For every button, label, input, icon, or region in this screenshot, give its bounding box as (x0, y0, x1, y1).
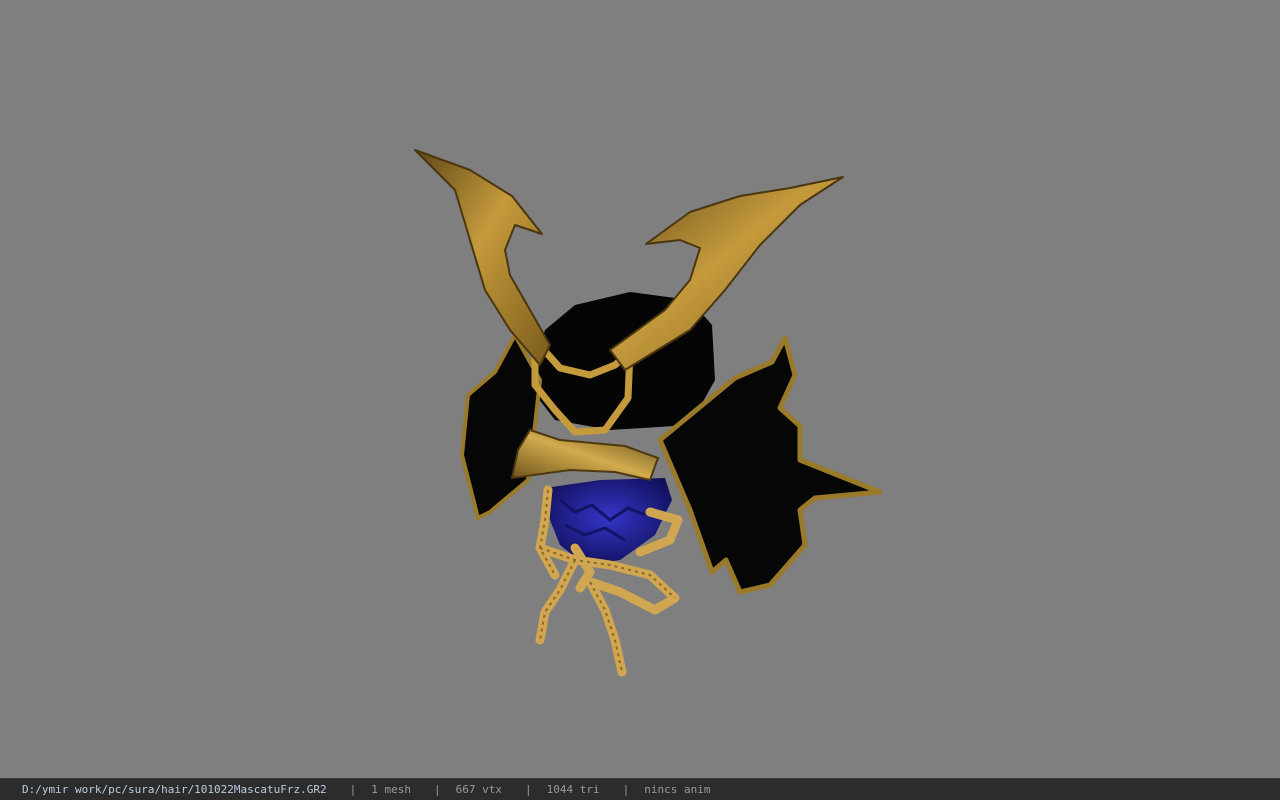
mesh-count: 1 mesh (371, 783, 412, 796)
3d-viewport[interactable] (0, 0, 1280, 778)
file-path: D:/ymir work/pc/sura/hair/101022MascatuF… (22, 783, 327, 796)
triangle-count: 1044 tri (546, 783, 600, 796)
status-separator: | (349, 783, 357, 796)
status-bar: D:/ymir work/pc/sura/hair/101022MascatuF… (0, 778, 1280, 800)
animation-status: nincs anim (644, 783, 711, 796)
helmet-visor (510, 428, 660, 482)
status-separator: | (525, 783, 532, 796)
left-horn (414, 149, 551, 366)
status-separator: | (434, 783, 441, 796)
status-separator: | (622, 783, 630, 796)
left-side-flap (460, 333, 542, 520)
right-horn (609, 176, 844, 371)
vertex-count: 667 vtx (455, 783, 502, 796)
helmet-model[interactable] (0, 0, 1280, 778)
